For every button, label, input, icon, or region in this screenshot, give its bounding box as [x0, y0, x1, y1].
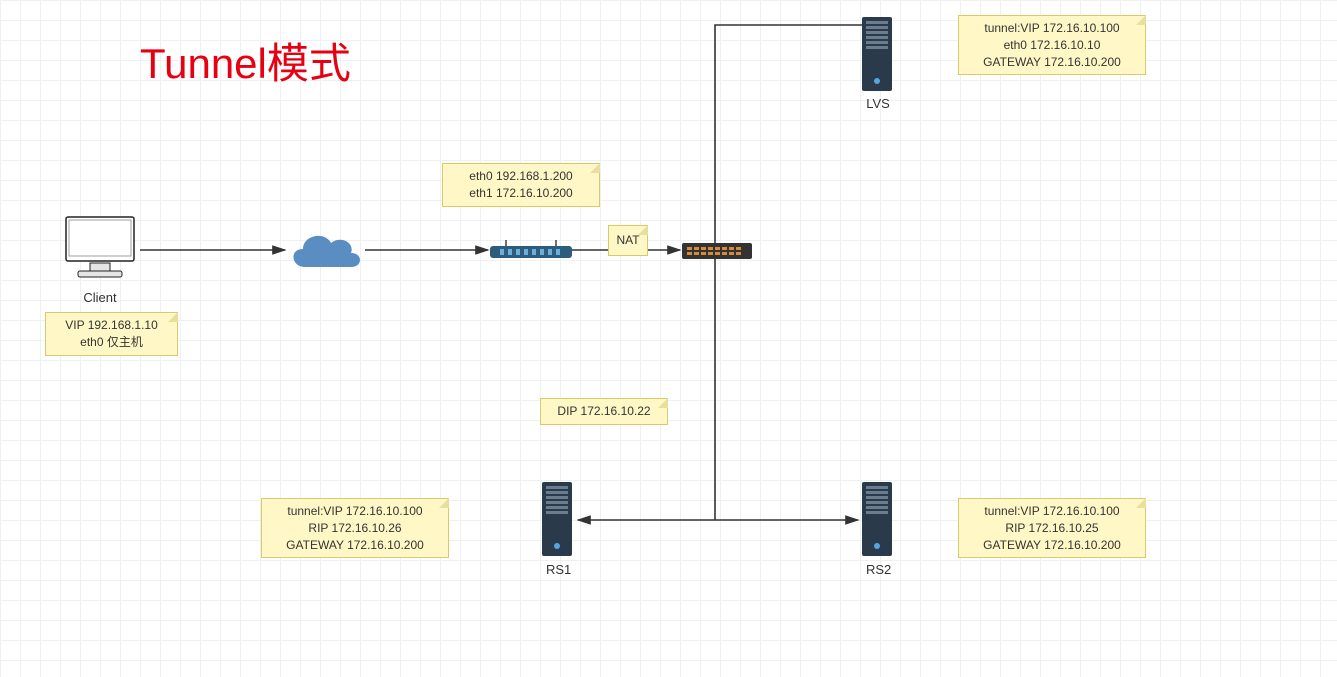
note-line: eth0 172.16.10.10: [1004, 38, 1101, 52]
dip-note: DIP 172.16.10.22: [540, 398, 668, 425]
lvs-label: LVS: [866, 96, 890, 111]
note-line: RIP 172.16.10.25: [1005, 521, 1098, 535]
connection-layer: [0, 0, 1337, 677]
note-line: tunnel:VIP 172.16.10.100: [984, 21, 1119, 35]
note-line: DIP 172.16.10.22: [557, 404, 650, 418]
note-line: GATEWAY 172.16.10.200: [983, 538, 1121, 552]
rs2-server-icon: [860, 480, 894, 563]
note-line: eth1 172.16.10.200: [469, 186, 572, 200]
rs1-server-icon: [540, 480, 574, 563]
note-line: GATEWAY 172.16.10.200: [983, 55, 1121, 69]
rs1-label: RS1: [546, 562, 570, 577]
rs1-note: tunnel:VIP 172.16.10.100 RIP 172.16.10.2…: [261, 498, 449, 558]
note-line: NAT: [616, 233, 639, 247]
note-line: VIP 192.168.1.10: [65, 318, 158, 332]
diagram-title: Tunnel模式: [140, 30, 351, 91]
note-line: eth0 192.168.1.200: [469, 169, 572, 183]
client-monitor-icon: [60, 215, 140, 290]
note-line: RIP 172.16.10.26: [308, 521, 401, 535]
switch-icon: [682, 243, 752, 264]
note-line: eth0 仅主机: [80, 335, 143, 349]
client-label: Client: [80, 290, 120, 305]
rs2-label: RS2: [866, 562, 890, 577]
rs2-note: tunnel:VIP 172.16.10.100 RIP 172.16.10.2…: [958, 498, 1146, 558]
note-line: tunnel:VIP 172.16.10.100: [287, 504, 422, 518]
cloud-icon: [285, 225, 365, 285]
note-line: tunnel:VIP 172.16.10.100: [984, 504, 1119, 518]
router-note: eth0 192.168.1.200 eth1 172.16.10.200: [442, 163, 600, 207]
router-icon: [488, 240, 574, 269]
lvs-note: tunnel:VIP 172.16.10.100 eth0 172.16.10.…: [958, 15, 1146, 75]
nat-note: NAT: [608, 225, 648, 256]
lvs-server-icon: [860, 15, 894, 98]
note-line: GATEWAY 172.16.10.200: [286, 538, 424, 552]
client-note: VIP 192.168.1.10 eth0 仅主机: [45, 312, 178, 356]
